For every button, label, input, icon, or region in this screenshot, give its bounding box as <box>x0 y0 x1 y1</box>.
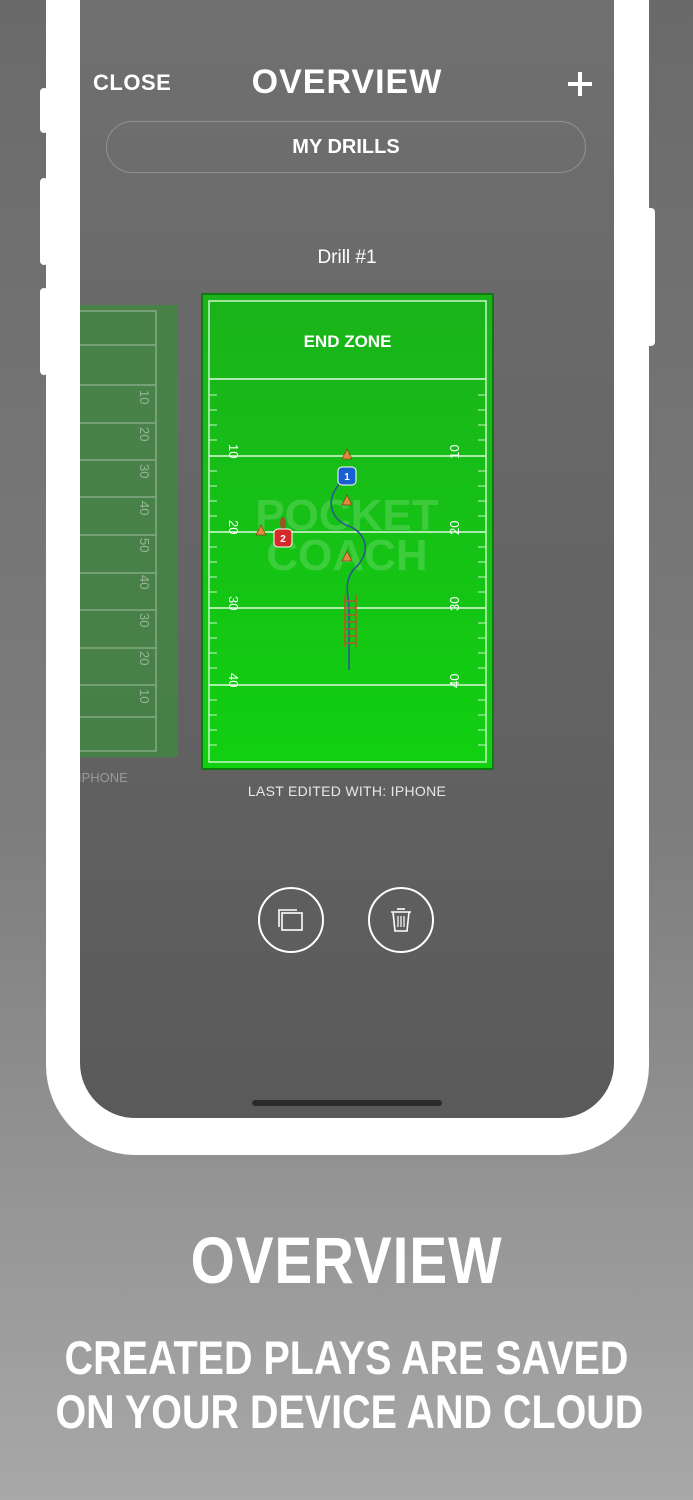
yard-label-left-20: 20 <box>226 520 241 534</box>
side-yard-label-1: 10 <box>137 390 152 404</box>
field-svg: END ZONE POCKET COACH 10 20 30 40 10 20 … <box>208 300 487 763</box>
caption-line-2: ON YOUR DEVICE AND CLOUD <box>55 1385 644 1438</box>
side-yard-label-8: 20 <box>137 651 152 665</box>
plus-icon[interactable] <box>568 72 592 96</box>
caption-line-1: CREATED PLAYS ARE SAVED <box>64 1331 629 1384</box>
end-zone-label: END ZONE <box>304 332 392 351</box>
yard-label-right-20: 20 <box>447 521 462 535</box>
cone-1 <box>341 448 353 460</box>
drill-title: Drill #1 <box>317 247 377 268</box>
yard-label-left-10: 10 <box>226 444 241 458</box>
side-yard-label-5: 50 <box>137 538 152 552</box>
trash-icon <box>391 908 411 932</box>
agility-ladder <box>344 595 357 647</box>
player-2-number: 2 <box>280 534 286 545</box>
delete-button[interactable] <box>368 887 434 953</box>
previous-field-svg: 10 20 30 40 50 40 30 20 10 <box>80 310 157 752</box>
my-drills-label: MY DRILLS <box>292 135 400 158</box>
duplicate-button[interactable] <box>258 887 324 953</box>
previous-drill-card[interactable]: 10 20 30 40 50 40 30 20 10 <box>80 305 178 757</box>
side-yard-label-4: 40 <box>137 501 152 515</box>
football-icon <box>280 517 286 529</box>
caption-title: OVERVIEW <box>190 1223 503 1297</box>
side-yard-label-3: 30 <box>137 464 152 478</box>
home-indicator[interactable] <box>252 1100 442 1106</box>
yard-label-right-10: 10 <box>447 445 462 459</box>
page-title: OVERVIEW <box>251 63 443 101</box>
player-1-marker: 1 <box>337 466 357 486</box>
drill-card[interactable]: END ZONE POCKET COACH 10 20 30 40 10 20 … <box>201 293 494 770</box>
side-yard-label-2: 20 <box>137 427 152 441</box>
yard-label-right-40: 40 <box>447 674 462 688</box>
side-yard-label-7: 30 <box>137 613 152 627</box>
last-edited-text: LAST EDITED WITH: IPHONE <box>247 783 447 799</box>
player-2-marker: 2 <box>273 528 293 548</box>
player-1-number: 1 <box>344 472 350 483</box>
yard-label-right-30: 30 <box>447 597 462 611</box>
side-yard-label-6: 40 <box>137 575 152 589</box>
app-screen: CLOSE OVERVIEW MY DRILLS Drill #1 10 20 … <box>80 0 614 1118</box>
yard-label-left-30: 30 <box>226 596 241 610</box>
my-drills-button[interactable]: MY DRILLS <box>106 121 586 173</box>
yard-label-left-40: 40 <box>226 673 241 687</box>
duplicate-icon <box>278 909 303 931</box>
side-yard-label-9: 10 <box>137 689 152 703</box>
